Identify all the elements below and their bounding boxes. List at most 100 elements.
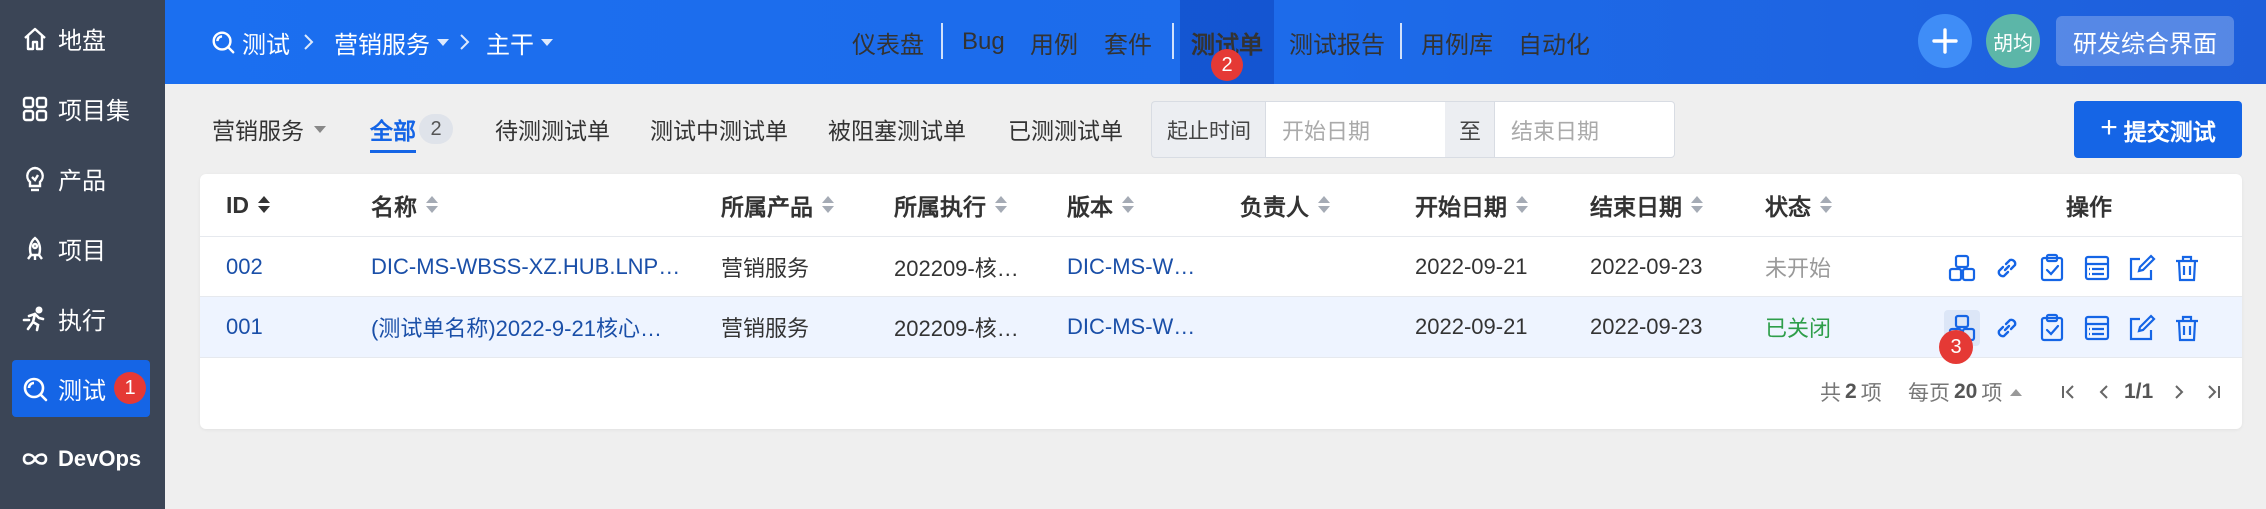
nav-label: 测试报告 xyxy=(1289,31,1385,59)
nav-label: Bug xyxy=(962,28,1005,55)
column-label: 负责人 xyxy=(1240,194,1309,220)
column-header-name[interactable]: 名称 xyxy=(371,174,439,236)
column-header-status[interactable]: 状态 xyxy=(1765,174,1833,236)
last-page-icon[interactable] xyxy=(2200,376,2226,408)
chevron-right-icon xyxy=(302,0,316,84)
tab-done[interactable]: 已测测试单 xyxy=(1008,100,1123,158)
start-date-input[interactable]: 开始日期 xyxy=(1265,101,1446,158)
first-page-icon[interactable] xyxy=(2056,376,2082,408)
edit-icon[interactable] xyxy=(2124,250,2160,286)
nav-dashboard[interactable]: 仪表盘 xyxy=(852,0,924,84)
nav-testtask[interactable]: 测试单 2 xyxy=(1180,0,1274,84)
sidebar-item-test[interactable]: 测试 1 xyxy=(12,360,150,417)
column-header-begin[interactable]: 开始日期 xyxy=(1415,174,1529,236)
sidebar-item-label: 地盘 xyxy=(58,28,106,55)
nav-badge: 2 xyxy=(1211,49,1243,81)
nav-divider xyxy=(941,23,943,59)
sidebar-item-label: 项目 xyxy=(58,238,106,265)
breadcrumb-product[interactable]: 营销服务 xyxy=(334,0,449,84)
breadcrumb-label: 营销服务 xyxy=(334,31,430,59)
breadcrumb-branch[interactable]: 主干 xyxy=(486,0,553,84)
tab-label: 已测测试单 xyxy=(1008,118,1123,144)
chevron-right-icon xyxy=(458,0,472,84)
cell-execution[interactable]: 202209-核… xyxy=(894,237,1044,297)
edit-icon[interactable] xyxy=(2124,310,2160,346)
pager-per-page[interactable]: 每页 20 项 xyxy=(1908,372,2023,412)
column-header-build[interactable]: 版本 xyxy=(1067,174,1135,236)
cell-execution[interactable]: 202209-核… xyxy=(894,297,1044,357)
caret-down-icon xyxy=(541,38,553,46)
sidebar-item-execution[interactable]: 执行 xyxy=(12,290,150,347)
avatar[interactable]: 胡均 xyxy=(1986,14,2040,68)
bulb-icon xyxy=(20,164,50,194)
column-header-owner[interactable]: 负责人 xyxy=(1240,174,1331,236)
cell-product: 营销服务 xyxy=(721,256,810,281)
prev-page-icon[interactable] xyxy=(2091,376,2117,408)
breadcrumb-test[interactable]: 测试 xyxy=(210,0,290,84)
nav-automation[interactable]: 自动化 xyxy=(1518,0,1590,84)
submit-test-button[interactable]: + 提交测试 xyxy=(2074,101,2242,158)
cell-id[interactable]: 002 xyxy=(226,237,263,297)
column-header-execution[interactable]: 所属执行 xyxy=(894,174,1008,236)
pager-total-prefix: 共 xyxy=(1820,382,1841,405)
tab-doing[interactable]: 测试中测试单 xyxy=(650,100,788,158)
sidebar-item-program[interactable]: 项目集 xyxy=(12,80,150,137)
report-icon[interactable] xyxy=(2079,310,2115,346)
product-select-label: 营销服务 xyxy=(212,118,304,144)
tab-count-badge: 2 xyxy=(419,114,453,144)
next-page-icon[interactable] xyxy=(2166,376,2192,408)
caret-down-icon xyxy=(437,38,449,46)
link-icon[interactable] xyxy=(1989,310,2025,346)
caret-up-icon xyxy=(2010,388,2023,396)
trash-icon[interactable] xyxy=(2169,310,2205,346)
pager-per-page-prefix: 每页 xyxy=(1908,382,1950,405)
sidebar-item-dashboard[interactable]: 地盘 xyxy=(12,10,150,67)
tab-blocked[interactable]: 被阻塞测试单 xyxy=(828,100,966,158)
pager-total-suffix: 项 xyxy=(1860,382,1882,405)
nav-divider xyxy=(1172,23,1174,59)
column-header-product[interactable]: 所属产品 xyxy=(721,174,835,236)
nav-label: 仪表盘 xyxy=(852,31,924,59)
sidebar-item-label: 执行 xyxy=(58,308,106,335)
end-date-input[interactable]: 结束日期 xyxy=(1494,101,1675,158)
cell-build[interactable]: DIC-MS-W… xyxy=(1067,237,1217,297)
report-icon[interactable] xyxy=(2079,250,2115,286)
workspace-switch-button[interactable]: 研发综合界面 xyxy=(2056,16,2234,66)
sort-icon xyxy=(1819,196,1833,214)
nav-bug[interactable]: Bug xyxy=(962,0,1005,84)
date-range-label: 起止时间 xyxy=(1151,101,1266,158)
page-indicator: 1/1 xyxy=(2124,380,2154,403)
column-label: 所属产品 xyxy=(721,194,813,220)
nav-testreport[interactable]: 测试报告 xyxy=(1289,0,1385,84)
cell-id[interactable]: 001 xyxy=(226,297,263,357)
column-header-end[interactable]: 结束日期 xyxy=(1590,174,1704,236)
column-header-id[interactable]: ID xyxy=(226,174,271,236)
nav-case[interactable]: 用例 xyxy=(1030,0,1078,84)
cell-name[interactable]: DIC-MS-WBSS-XZ.HUB.LNP… xyxy=(371,237,696,297)
clipboard-check-icon[interactable] xyxy=(2034,310,2070,346)
tab-label: 全部 xyxy=(370,118,416,144)
product-select[interactable]: 营销服务 xyxy=(212,100,326,158)
column-label: 操作 xyxy=(2066,194,2112,220)
sidebar-item-product[interactable]: 产品 xyxy=(12,150,150,207)
search-icon xyxy=(20,374,50,404)
breadcrumb-label: 主干 xyxy=(486,31,534,59)
nav-suite[interactable]: 套件 xyxy=(1104,0,1152,84)
nav-caselib[interactable]: 用例库 xyxy=(1421,0,1493,84)
create-button[interactable] xyxy=(1918,14,1972,68)
tab-label: 测试中测试单 xyxy=(650,118,788,144)
tab-wait[interactable]: 待测测试单 xyxy=(495,100,610,158)
sidebar-item-devops[interactable]: DevOps xyxy=(12,430,150,487)
cell-status: 已关闭 xyxy=(1765,316,1832,341)
cases-icon[interactable] xyxy=(1944,250,1980,286)
sidebar-item-project[interactable]: 项目 xyxy=(12,220,150,277)
pager-total: 共 2 项 xyxy=(1820,372,1882,412)
sort-desc-icon xyxy=(257,196,271,214)
cell-name[interactable]: (测试单名称)2022-9-21核心… xyxy=(371,297,696,357)
cell-build[interactable]: DIC-MS-W… xyxy=(1067,297,1217,357)
column-label: 结束日期 xyxy=(1590,194,1682,220)
link-icon[interactable] xyxy=(1989,250,2025,286)
date-to-label: 至 xyxy=(1445,101,1495,158)
trash-icon[interactable] xyxy=(2169,250,2205,286)
clipboard-check-icon[interactable] xyxy=(2034,250,2070,286)
